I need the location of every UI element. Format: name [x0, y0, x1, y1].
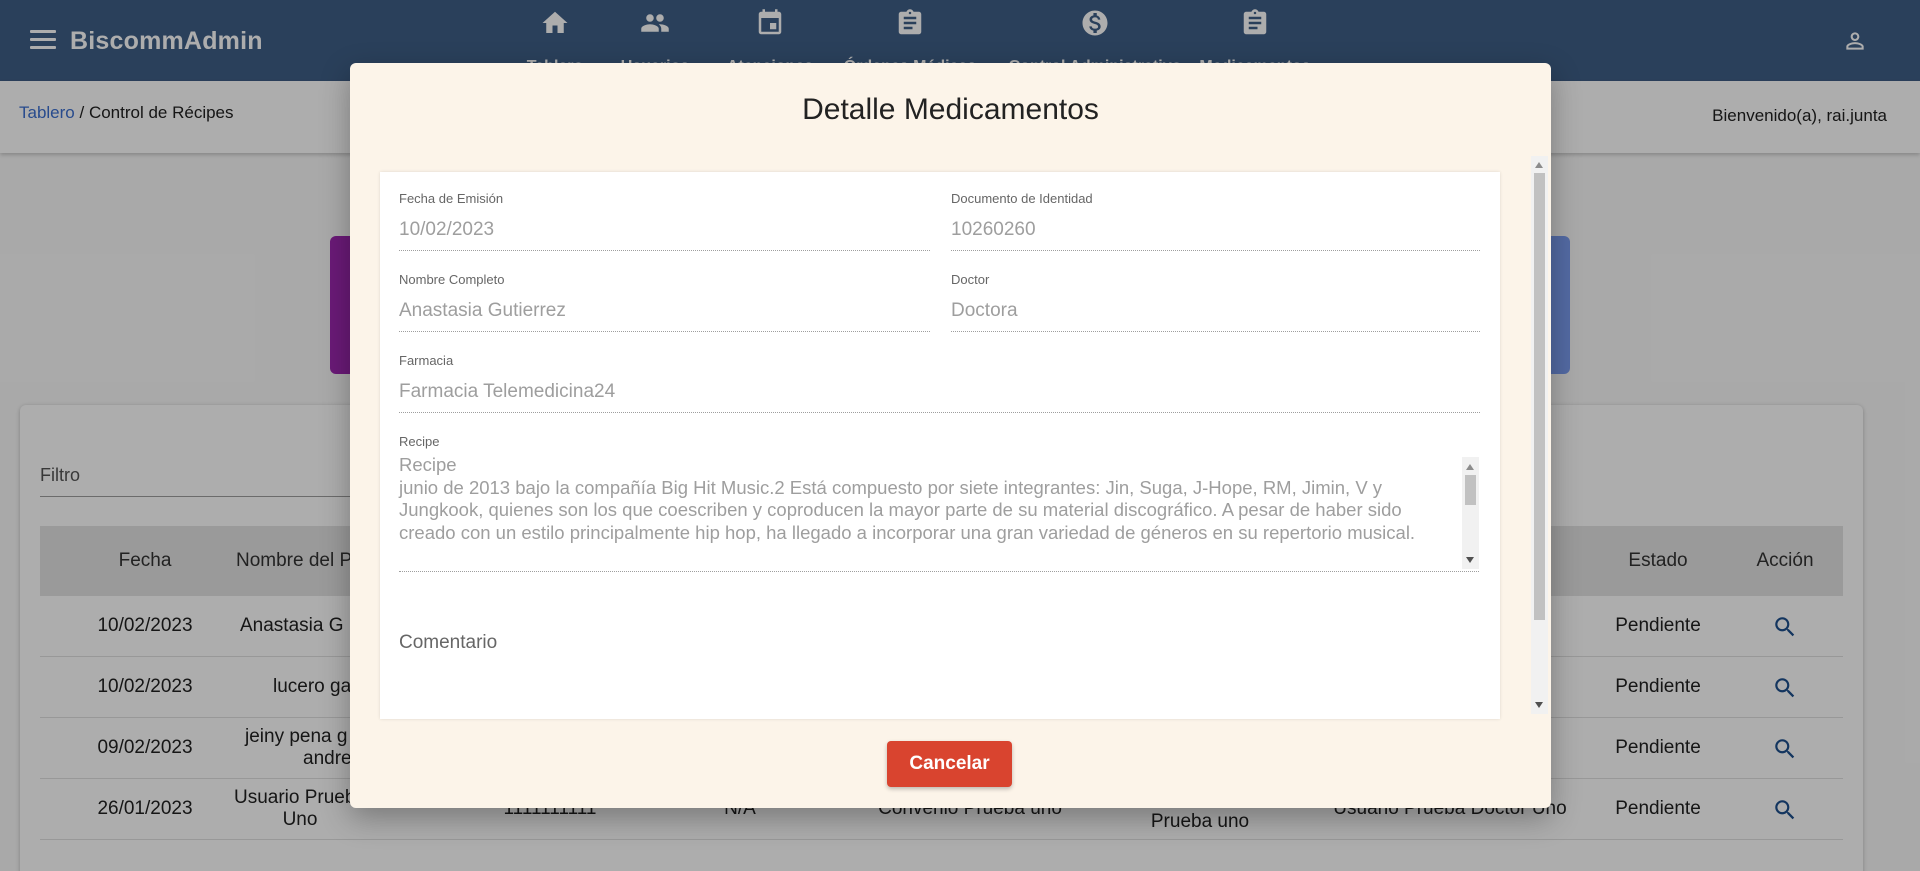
doctor-field[interactable]: Doctora	[951, 300, 1480, 332]
field-label: Recipe	[399, 434, 440, 449]
field-label: Nombre Completo	[399, 272, 505, 287]
modal-scrollbar[interactable]	[1531, 156, 1548, 714]
field-label: Fecha de Emisión	[399, 191, 504, 206]
recipe-textarea[interactable]: Recipe junio de 2013 bajo la compañía Bi…	[399, 454, 1479, 572]
scroll-down-icon[interactable]	[1535, 702, 1543, 708]
field-label: Documento de Identidad	[951, 191, 1093, 206]
scroll-thumb[interactable]	[1465, 475, 1476, 505]
field-nombre: Nombre Completo Anastasia Gutierrez	[399, 272, 930, 332]
cancel-button[interactable]: Cancelar	[887, 741, 1012, 787]
scroll-up-icon[interactable]	[1535, 162, 1543, 168]
field-fecha-emision: Fecha de Emisión 10/02/2023	[399, 191, 930, 251]
field-label: Farmacia	[399, 353, 454, 368]
modal-body: Fecha de Emisión 10/02/2023 Documento de…	[380, 172, 1500, 719]
field-farmacia: Farmacia Farmacia Telemedicina24	[399, 353, 1480, 413]
field-documento: Documento de Identidad 10260260	[951, 191, 1480, 251]
comentario-field[interactable]: Comentario	[399, 632, 497, 654]
recipe-text: Recipe junio de 2013 bajo la compañía Bi…	[399, 454, 1416, 543]
documento-field[interactable]: 10260260	[951, 219, 1480, 251]
nombre-field[interactable]: Anastasia Gutierrez	[399, 300, 930, 332]
modal-title: Detalle Medicamentos	[802, 93, 1099, 126]
scroll-down-icon[interactable]	[1466, 557, 1474, 563]
scroll-thumb[interactable]	[1534, 173, 1545, 620]
detail-modal: Detalle Medicamentos Fecha de Emisión 10…	[350, 63, 1551, 808]
field-recipe-label: Recipe	[399, 434, 439, 449]
field-doctor: Doctor Doctora	[951, 272, 1480, 332]
fecha-emision-field[interactable]: 10/02/2023	[399, 219, 930, 251]
field-label: Doctor	[951, 272, 990, 287]
scroll-up-icon[interactable]	[1466, 464, 1474, 470]
recipe-scrollbar[interactable]	[1462, 457, 1479, 569]
farmacia-field[interactable]: Farmacia Telemedicina24	[399, 381, 1480, 413]
